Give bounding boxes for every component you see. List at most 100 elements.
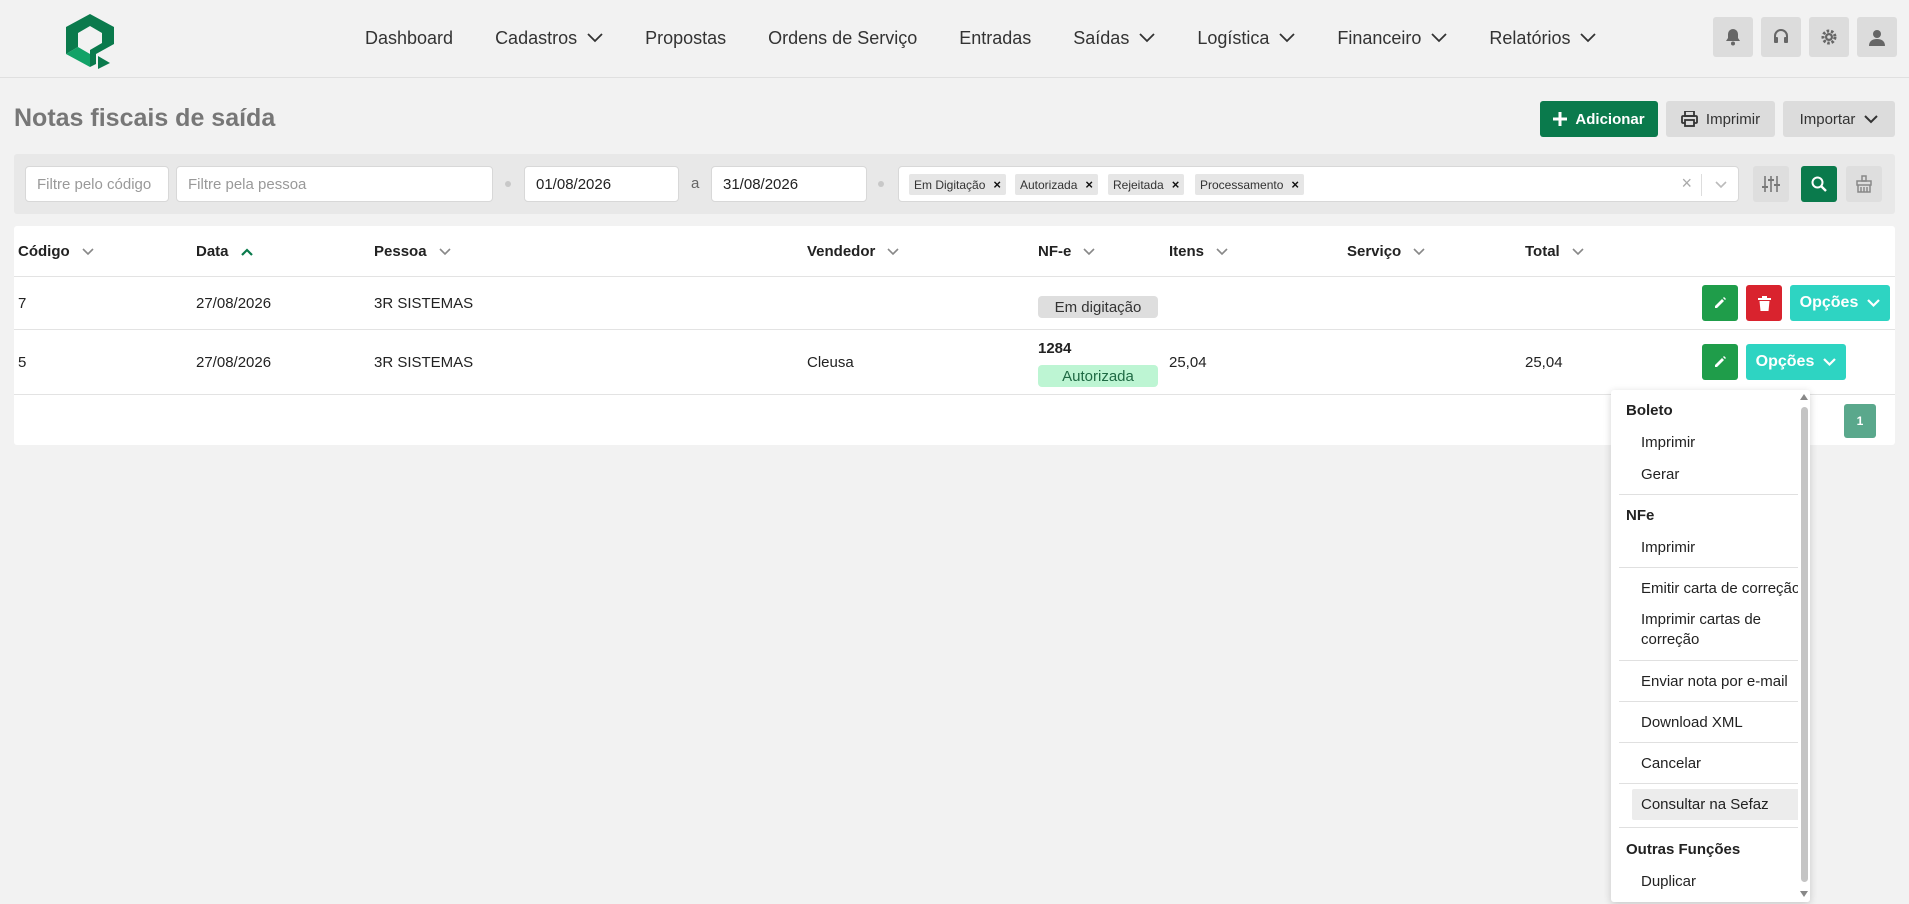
header-divider bbox=[14, 276, 1895, 277]
menu-item-duplicar[interactable]: Duplicar bbox=[1641, 872, 1801, 892]
column-header-nfe[interactable]: NF-e bbox=[1038, 243, 1095, 260]
edit-button[interactable] bbox=[1702, 285, 1738, 321]
column-header-vendedor[interactable]: Vendedor bbox=[807, 243, 899, 260]
nav-dashboard[interactable]: Dashboard bbox=[365, 28, 453, 49]
column-header-pessoa[interactable]: Pessoa bbox=[374, 243, 451, 260]
menu-item-boleto-imprimir[interactable]: Imprimir bbox=[1641, 433, 1801, 453]
page-title: Notas fiscais de saída bbox=[14, 104, 276, 132]
menu-item-imprimir-cartas[interactable]: Imprimir cartas de correção bbox=[1641, 610, 1801, 650]
nav-ordens-de-servico[interactable]: Ordens de Serviço bbox=[768, 28, 917, 49]
status-tag-label: Rejeitada bbox=[1113, 177, 1164, 192]
nav-propostas[interactable]: Propostas bbox=[645, 28, 726, 49]
cell-data: 27/08/2026 bbox=[196, 354, 272, 371]
nav-cadastros-label: Cadastros bbox=[495, 27, 578, 48]
add-button[interactable]: Adicionar bbox=[1540, 101, 1658, 137]
separator-dot bbox=[505, 181, 511, 187]
scroll-up-icon[interactable] bbox=[1800, 393, 1808, 400]
pagination-page-1[interactable]: 1 bbox=[1844, 404, 1876, 438]
chevron-down-icon bbox=[1572, 247, 1584, 255]
select-divider bbox=[1701, 174, 1702, 196]
chevron-down-icon bbox=[587, 33, 603, 43]
column-header-total[interactable]: Total bbox=[1525, 243, 1584, 260]
column-header-label: Data bbox=[196, 243, 229, 260]
advanced-filters-button[interactable] bbox=[1753, 166, 1789, 202]
chevron-down-icon bbox=[1823, 357, 1837, 366]
remove-tag-icon[interactable]: × bbox=[1085, 177, 1093, 192]
chevron-down-icon bbox=[1216, 247, 1228, 255]
search-button[interactable] bbox=[1801, 166, 1837, 202]
remove-tag-icon[interactable]: × bbox=[993, 177, 1001, 192]
support-button[interactable] bbox=[1761, 17, 1801, 57]
status-filter-select[interactable]: Em Digitação × Autorizada × Rejeitada × Pro… bbox=[898, 166, 1739, 202]
scrollbar-thumb[interactable] bbox=[1801, 407, 1808, 882]
menu-item-consultar-sefaz[interactable]: Consultar na Sefaz bbox=[1641, 795, 1801, 815]
chevron-down-icon bbox=[1413, 247, 1425, 255]
chevron-down-icon bbox=[1864, 114, 1879, 123]
headset-icon bbox=[1774, 29, 1788, 43]
edit-button[interactable] bbox=[1702, 344, 1738, 380]
chevron-down-icon bbox=[438, 247, 451, 255]
person-filter-input[interactable] bbox=[176, 166, 493, 202]
status-tag: Processamento × bbox=[1195, 174, 1304, 195]
sort-ascending-icon bbox=[240, 247, 253, 256]
column-header-label: Código bbox=[18, 243, 70, 260]
status-tag: Autorizada × bbox=[1015, 174, 1098, 195]
printer-icon bbox=[1681, 111, 1698, 127]
menu-divider bbox=[1619, 494, 1800, 495]
date-to-input[interactable] bbox=[711, 166, 867, 202]
options-button[interactable]: Opções bbox=[1746, 344, 1846, 380]
import-button[interactable]: Importar bbox=[1783, 101, 1895, 137]
column-header-servico[interactable]: Serviço bbox=[1347, 243, 1425, 260]
menu-item-download-xml[interactable]: Download XML bbox=[1641, 713, 1801, 733]
nav-logistica[interactable]: Logística bbox=[1197, 28, 1296, 49]
clear-filters-button[interactable] bbox=[1846, 166, 1882, 202]
menu-item-cancelar[interactable]: Cancelar bbox=[1641, 754, 1801, 774]
column-header-label: Vendedor bbox=[807, 243, 876, 260]
user-button[interactable] bbox=[1857, 17, 1897, 57]
nav-financeiro[interactable]: Financeiro bbox=[1337, 27, 1448, 49]
chevron-down-icon bbox=[1431, 33, 1448, 43]
status-tag: Rejeitada × bbox=[1108, 174, 1185, 195]
plus-icon bbox=[1553, 112, 1568, 126]
settings-button[interactable] bbox=[1809, 17, 1849, 57]
cell-pessoa: 3R SISTEMAS bbox=[374, 354, 474, 371]
menu-item-emitir-carta[interactable]: Emitir carta de correção bbox=[1641, 579, 1801, 599]
clear-tags-icon[interactable]: × bbox=[1681, 173, 1692, 194]
pencil-icon bbox=[1715, 356, 1726, 367]
delete-button[interactable] bbox=[1746, 285, 1782, 321]
menu-item-boleto-gerar[interactable]: Gerar bbox=[1641, 465, 1801, 485]
scroll-down-icon[interactable] bbox=[1800, 891, 1808, 898]
menu-divider bbox=[1619, 660, 1800, 661]
notifications-button[interactable] bbox=[1713, 17, 1753, 57]
menu-section-nfe: NFe bbox=[1626, 507, 1655, 524]
menu-item-nfe-imprimir[interactable]: Imprimir bbox=[1641, 538, 1801, 558]
column-header-itens[interactable]: Itens bbox=[1169, 243, 1228, 260]
nav-relatorios[interactable]: Relatórios bbox=[1489, 28, 1597, 49]
menu-divider bbox=[1619, 783, 1800, 784]
date-from-input[interactable] bbox=[524, 166, 679, 202]
nav-cadastros[interactable]: Cadastros bbox=[495, 28, 603, 49]
nav-saidas[interactable]: Saídas bbox=[1073, 28, 1155, 49]
menu-scrollbar[interactable] bbox=[1798, 390, 1810, 902]
menu-divider bbox=[1619, 701, 1800, 702]
remove-tag-icon[interactable]: × bbox=[1291, 177, 1299, 192]
nav-ordens-label: Ordens de Serviço bbox=[768, 27, 918, 48]
search-icon bbox=[1811, 176, 1827, 192]
app-logo[interactable] bbox=[62, 12, 118, 70]
cell-vendedor: Cleusa bbox=[807, 354, 854, 371]
chevron-down-icon[interactable] bbox=[1714, 176, 1728, 192]
print-button[interactable]: Imprimir bbox=[1666, 101, 1775, 137]
nfe-number: 1284 bbox=[1038, 340, 1072, 357]
status-tag-label: Em Digitação bbox=[914, 177, 986, 192]
sliders-icon bbox=[1762, 176, 1780, 192]
options-button[interactable]: Opções bbox=[1790, 285, 1890, 321]
code-filter-input[interactable] bbox=[25, 166, 169, 202]
remove-tag-icon[interactable]: × bbox=[1172, 177, 1180, 192]
nav-financeiro-label: Financeiro bbox=[1337, 27, 1422, 48]
menu-item-enviar-email[interactable]: Enviar nota por e-mail bbox=[1641, 672, 1801, 692]
column-header-data[interactable]: Data bbox=[196, 243, 253, 260]
nav-entradas[interactable]: Entradas bbox=[959, 28, 1031, 49]
row-divider bbox=[14, 329, 1895, 330]
column-header-codigo[interactable]: Código bbox=[18, 243, 94, 260]
menu-section-outras-funcoes: Outras Funções bbox=[1626, 841, 1741, 858]
